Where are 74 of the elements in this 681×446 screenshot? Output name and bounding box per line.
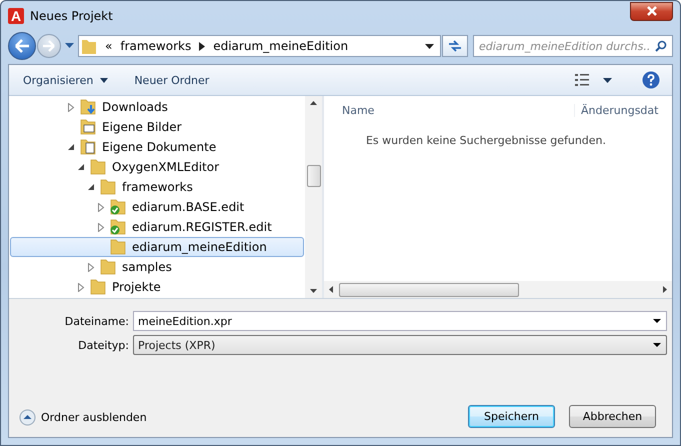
- folder-icon: [109, 239, 127, 255]
- tree-item[interactable]: frameworks: [10, 177, 304, 197]
- scroll-up-arrow-icon[interactable]: [310, 101, 317, 105]
- breadcrumb[interactable]: ediarum_meineEdition: [213, 39, 348, 53]
- expand-arrow-icon[interactable]: [87, 262, 95, 272]
- overflow-chevron[interactable]: «: [105, 39, 112, 53]
- vertical-scrollbar[interactable]: [305, 96, 322, 298]
- caret-icon[interactable]: [603, 78, 612, 82]
- back-button[interactable]: [8, 32, 36, 60]
- column-header[interactable]: Änderungsdat: [575, 104, 658, 116]
- folder-icon: [89, 159, 107, 175]
- folder-icon: [89, 279, 107, 295]
- view-list-icon[interactable]: [575, 74, 589, 86]
- dropdown-caret-icon[interactable]: [653, 319, 661, 323]
- expand-arrow-icon[interactable]: [97, 202, 105, 212]
- hide-folders-button[interactable]: Ordner ausblenden: [19, 409, 147, 426]
- forward-arrow-icon: [42, 40, 56, 52]
- close-button[interactable]: [630, 2, 673, 20]
- collapse-up-icon: [19, 409, 36, 426]
- organize-button[interactable]: Organisieren: [13, 70, 118, 90]
- filename-field[interactable]: meineEdition.xpr: [133, 311, 667, 331]
- caret-icon: [100, 78, 108, 82]
- tree-item[interactable]: Eigene Bilder: [10, 117, 304, 137]
- default-button[interactable]: Speichern: [468, 405, 555, 428]
- empty-message: Es wurden keine Suchergebnisse gefunden.: [364, 133, 608, 149]
- collapse-arrow-icon[interactable]: [77, 164, 85, 170]
- new-folder-button[interactable]: Neuer Ordner: [124, 70, 220, 90]
- help-icon[interactable]: [642, 71, 660, 89]
- app-logo: A: [8, 8, 24, 24]
- tree-item[interactable]: Downloads: [10, 97, 304, 117]
- caret-icon[interactable]: [65, 43, 74, 49]
- refresh-button[interactable]: [442, 35, 468, 57]
- dropdown-caret-icon[interactable]: [425, 44, 434, 48]
- search-field[interactable]: ediarum_meineEdition durchs...: [473, 35, 673, 57]
- folder-check-icon: [109, 199, 127, 215]
- folder-icon: [99, 179, 117, 195]
- documents-folder-icon: [79, 139, 97, 155]
- tree-item[interactable]: ediarum.BASE.edit: [10, 197, 304, 217]
- breadcrumb[interactable]: frameworks: [120, 39, 192, 53]
- expand-arrow-icon[interactable]: [67, 102, 75, 112]
- scroll-left-arrow-icon[interactable]: [329, 286, 333, 293]
- column-header[interactable]: Name: [324, 104, 575, 116]
- search-icon: [655, 40, 667, 52]
- tree-item[interactable]: Projekte: [10, 277, 304, 297]
- collapse-arrow-icon[interactable]: [67, 144, 75, 150]
- scroll-down-arrow-icon[interactable]: [310, 289, 317, 293]
- folder-check-icon: [109, 219, 127, 235]
- expand-arrow-icon[interactable]: [77, 282, 85, 292]
- collapse-arrow-icon[interactable]: [87, 184, 95, 190]
- refresh-icon: [448, 40, 462, 52]
- tree-item[interactable]: Eigene Dokumente: [10, 137, 304, 157]
- close-icon: [646, 6, 658, 16]
- tree-item[interactable]: ediarum.REGISTER.edit: [10, 217, 304, 237]
- tree-item[interactable]: OxygenXMLEditor: [10, 157, 304, 177]
- tree-item[interactable]: samples: [10, 257, 304, 277]
- pictures-folder-icon: [79, 119, 97, 135]
- breadcrumb-arrow-icon[interactable]: [199, 42, 206, 50]
- filetype-dropdown[interactable]: Projects (XPR): [133, 335, 667, 355]
- download-folder-icon: [79, 99, 97, 115]
- scroll-thumb[interactable]: [339, 282, 519, 296]
- expand-arrow-icon[interactable]: [97, 222, 105, 232]
- back-arrow-icon: [14, 39, 30, 53]
- scroll-thumb[interactable]: [306, 165, 320, 187]
- folder-icon: [81, 37, 97, 55]
- selected-tree-item[interactable]: ediarum_meineEdition: [10, 237, 304, 257]
- window-title: Neues Projekt: [30, 9, 114, 23]
- dropdown-caret-icon: [653, 343, 661, 347]
- dialog-button[interactable]: Abbrechen: [569, 405, 656, 428]
- address-bar[interactable]: « frameworks ediarum_meineEdition: [78, 35, 441, 57]
- horizontal-scrollbar[interactable]: [324, 281, 672, 298]
- folder-icon: [99, 259, 117, 275]
- filetype-label: Dateityp:: [77, 338, 129, 352]
- scroll-right-arrow-icon[interactable]: [663, 286, 667, 293]
- filename-label: Dateiname:: [64, 314, 129, 328]
